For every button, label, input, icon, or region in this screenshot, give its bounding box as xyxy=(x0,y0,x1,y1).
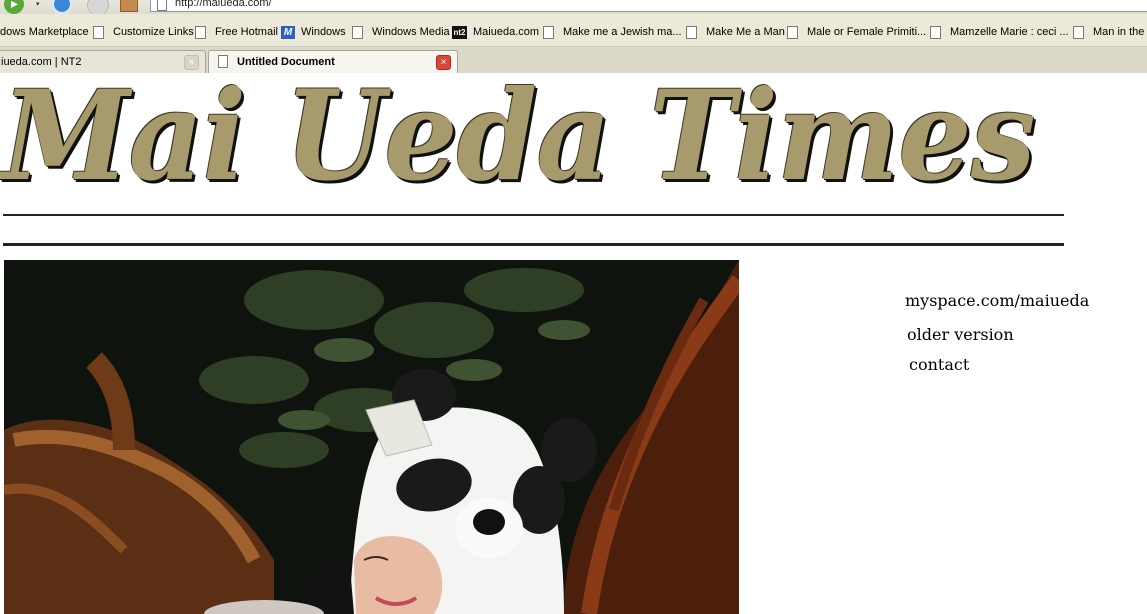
forward-button[interactable] xyxy=(4,0,24,14)
page-icon xyxy=(195,25,206,39)
bookmark-label: Windows Media xyxy=(372,26,450,38)
tab-bar: iueda.com | NT2 × Untitled Document × xyxy=(0,47,1147,74)
tab-label: Untitled Document xyxy=(237,56,335,68)
bookmark-make-me-a-jewish[interactable]: Make me a Jewish ma... xyxy=(543,25,682,39)
stop-button[interactable] xyxy=(87,0,109,14)
bookmark-label: dows Marketplace xyxy=(0,26,89,38)
bookmark-label: Make Me a Man xyxy=(706,26,785,38)
bookmark-customize-links[interactable]: Customize Links xyxy=(93,25,194,39)
page-icon xyxy=(93,25,104,39)
navigation-toolbar: ▾ http://maiueda.com/ xyxy=(0,0,1147,14)
bookmark-label: Male or Female Primiti... xyxy=(807,26,927,38)
page-icon xyxy=(930,25,941,39)
masthead-title: Mai Ueda Times xyxy=(2,73,1036,209)
msn-m-icon: M xyxy=(281,25,295,39)
bookmark-label: Windows xyxy=(301,26,346,38)
close-icon[interactable]: × xyxy=(436,55,451,70)
page-icon xyxy=(218,55,228,68)
panda-hat-photo xyxy=(4,260,739,614)
bookmark-label: Mamzelle Marie : ceci ... xyxy=(950,26,1069,38)
nt2-icon: nt2 xyxy=(452,25,467,39)
tab-maiueda-nt2[interactable]: iueda.com | NT2 × xyxy=(0,50,206,73)
divider xyxy=(3,243,1064,246)
history-dropdown-icon[interactable]: ▾ xyxy=(36,0,40,8)
bookmark-mamzelle-marie[interactable]: Mamzelle Marie : ceci ... xyxy=(930,25,1069,39)
bookmark-maiueda[interactable]: nt2 Maiueda.com xyxy=(452,25,539,39)
bookmark-man-in-the[interactable]: Man in the I xyxy=(1073,25,1147,39)
tab-untitled-document[interactable]: Untitled Document × xyxy=(208,50,458,74)
page-icon xyxy=(352,25,363,39)
page-icon xyxy=(1073,25,1084,39)
tab-label: iueda.com | NT2 xyxy=(1,56,82,68)
contact-link[interactable]: contact xyxy=(909,355,969,374)
bookmark-label: Maiueda.com xyxy=(473,26,540,38)
page-icon xyxy=(787,25,798,39)
page-viewport: Mai Ueda Times myspace.com/maiueda older… xyxy=(0,73,1147,614)
photo-illustration xyxy=(4,260,739,614)
home-button[interactable] xyxy=(120,0,138,12)
myspace-link[interactable]: myspace.com/maiueda xyxy=(905,291,1089,310)
bookmark-label: Customize Links xyxy=(113,26,194,38)
page-icon xyxy=(686,25,697,39)
divider xyxy=(3,214,1064,216)
refresh-button[interactable] xyxy=(52,0,72,14)
bookmark-free-hotmail[interactable]: Free Hotmail xyxy=(195,25,278,39)
bookmarks-toolbar: dows Marketplace Customize Links Free Ho… xyxy=(0,14,1147,47)
bookmark-windows-media[interactable]: Windows Media xyxy=(352,25,450,39)
address-url[interactable]: http://maiueda.com/ xyxy=(175,0,272,9)
address-bar[interactable]: http://maiueda.com/ xyxy=(150,0,1147,12)
bookmark-windows-marketplace[interactable]: dows Marketplace xyxy=(0,25,89,39)
bookmark-label: Free Hotmail xyxy=(215,26,278,38)
bookmark-make-me-a-man[interactable]: Make Me a Man xyxy=(686,25,785,39)
close-icon[interactable]: × xyxy=(184,55,199,70)
older-version-link[interactable]: older version xyxy=(907,325,1014,344)
page-icon xyxy=(157,0,167,11)
bookmark-male-or-female[interactable]: Male or Female Primiti... xyxy=(787,25,926,39)
bookmark-label: Man in the I xyxy=(1093,26,1147,38)
bookmark-label: Make me a Jewish ma... xyxy=(563,26,682,38)
page-icon xyxy=(543,25,554,39)
bookmark-windows[interactable]: M Windows xyxy=(281,25,346,39)
